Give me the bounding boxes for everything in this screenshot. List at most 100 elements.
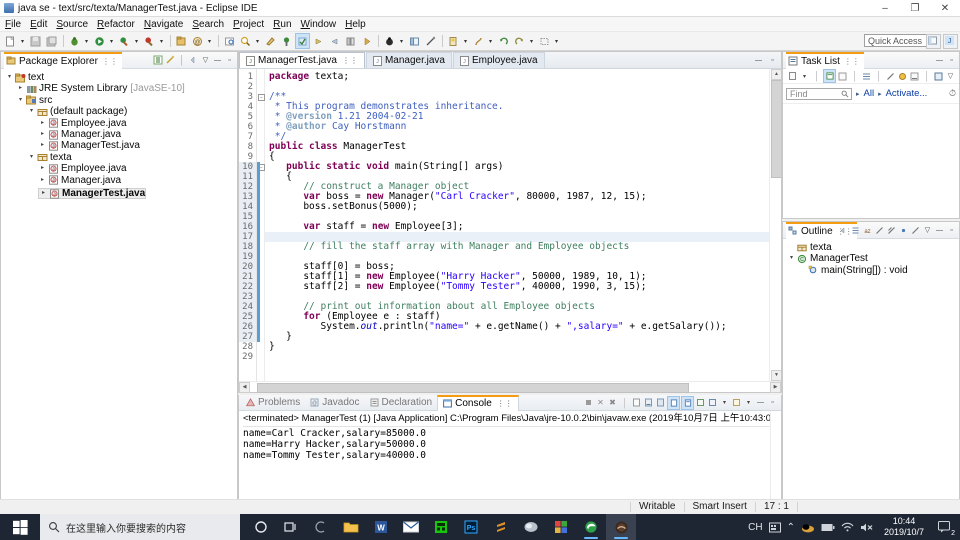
collapse-arrow-icon[interactable]: ▸ — [38, 140, 47, 151]
run-external-tools-icon[interactable] — [117, 33, 132, 49]
console-menu-dropdown-icon[interactable]: ▾ — [743, 397, 754, 409]
expand-arrow-icon[interactable]: ▾ — [27, 152, 36, 163]
battery-icon[interactable] — [821, 523, 835, 532]
new-console-view-icon[interactable] — [707, 397, 718, 409]
run-dropdown-icon[interactable]: ▾ — [108, 34, 115, 48]
word-icon[interactable]: W — [366, 514, 396, 540]
expand-arrow-icon[interactable]: ▾ — [787, 253, 796, 264]
open-type-icon[interactable] — [222, 33, 237, 49]
display-selected-console-icon[interactable] — [681, 395, 694, 410]
editor-body[interactable]: 1 2 3 4 5 6 7 8 9 10 11 12 13 14 15 16 17 18 19 20 21 22 23 24 2… — [239, 69, 781, 381]
maximize-button[interactable]: ❐ — [900, 0, 930, 16]
start-button[interactable] — [0, 514, 40, 540]
new-console-dropdown-icon[interactable]: ▾ — [719, 397, 730, 409]
scroll-up-arrow-icon[interactable]: ▲ — [771, 69, 781, 80]
new-package-icon[interactable]: @ — [190, 33, 205, 49]
close-button[interactable]: ✕ — [930, 0, 960, 16]
focus-outline-icon[interactable] — [838, 224, 849, 236]
task-list-close-icon[interactable]: ⋮⋮ — [844, 57, 860, 66]
new-window-dropdown-icon[interactable]: ▾ — [462, 34, 469, 48]
new-type-dropdown-icon[interactable]: ▾ — [206, 34, 213, 48]
sublime-text-icon[interactable] — [486, 514, 516, 540]
package-explorer-close-icon[interactable]: ⋮⋮ — [102, 57, 118, 66]
outline-minimize-icon[interactable]: — — [934, 224, 945, 236]
tab-task-list[interactable]: Task List ⋮⋮ — [786, 51, 864, 69]
debug-dropdown-icon[interactable]: ▾ — [83, 34, 90, 48]
console-tab-javadoc[interactable]: @ Javadoc — [305, 396, 364, 410]
open-console-icon[interactable] — [695, 397, 706, 409]
hide-non-public-icon[interactable] — [898, 224, 909, 236]
tree-item-text[interactable]: ▾ text — [5, 72, 237, 83]
task-list-empty-area[interactable] — [783, 104, 959, 218]
folding-annotation-bar[interactable]: − − — [257, 69, 265, 381]
collapse-all-tasks-icon[interactable] — [861, 70, 872, 82]
clear-console-icon[interactable] — [631, 397, 642, 409]
collapse-arrow-icon[interactable]: ▸ — [16, 83, 25, 94]
menu-run[interactable]: Run — [273, 19, 297, 30]
outline-item-texta[interactable]: texta — [787, 242, 959, 253]
editor-maximize-icon[interactable]: ▫ — [767, 54, 778, 66]
tree-item-src[interactable]: ▾ src — [16, 95, 237, 106]
next-annotation-icon[interactable] — [311, 33, 326, 49]
windows-store-icon[interactable] — [546, 514, 576, 540]
hide-static-icon[interactable] — [886, 224, 897, 236]
link-with-editor-task-icon[interactable] — [885, 70, 896, 82]
debug-perspective-icon[interactable] — [382, 33, 397, 49]
open-perspective-button[interactable] — [926, 34, 941, 49]
browser-icon[interactable] — [516, 514, 546, 540]
console-tab-console[interactable]: Console ⋮⋮ — [437, 394, 519, 411]
minimize-button[interactable]: – — [870, 0, 900, 16]
code-line[interactable]: * @author Cay Horstmann — [265, 122, 781, 132]
mail-icon[interactable] — [396, 514, 426, 540]
console-view-menu-icon[interactable] — [731, 397, 742, 409]
fold-toggle-icon[interactable]: − — [258, 94, 265, 101]
remove-all-launches-icon[interactable]: ✖ — [607, 397, 618, 409]
save-icon[interactable] — [28, 33, 43, 49]
previous-annotation-icon[interactable] — [327, 33, 342, 49]
expand-arrow-icon[interactable]: ▾ — [16, 95, 25, 106]
notification-center-icon[interactable]: 2 — [934, 514, 956, 540]
all-filter-link[interactable]: All — [864, 88, 875, 99]
tree-item-employee-java[interactable]: ▸ J Employee.java — [38, 118, 237, 129]
code-line[interactable]: staff[2] = new Employee("Tommy Tester", … — [265, 282, 781, 292]
tree-item-manager-java[interactable]: ▸ J Manager.java — [38, 129, 237, 140]
minimize-view-icon[interactable]: — — [212, 54, 223, 66]
search-icon[interactable] — [238, 33, 253, 49]
task-list-minimize-icon[interactable]: — — [934, 54, 945, 66]
forward-navigation-icon[interactable] — [359, 33, 374, 49]
tree-item-jre-system-library[interactable]: ▸ JRE System Library [JavaSE-10] — [16, 83, 237, 94]
editor-vertical-scrollbar[interactable]: ▲ ▼ — [769, 69, 781, 381]
scheduled-mode-icon[interactable] — [837, 70, 848, 82]
taskbar-clock[interactable]: 10:44 2019/10/7 — [880, 516, 928, 538]
outline-view-menu-icon[interactable]: ▽ — [922, 224, 933, 236]
java-perspective-button[interactable]: J — [943, 34, 958, 49]
save-all-icon[interactable] — [44, 33, 59, 49]
console-maximize-icon[interactable]: ▫ — [767, 397, 778, 409]
debug-perspective-dropdown-icon[interactable]: ▾ — [398, 34, 405, 48]
quick-access-input[interactable]: Quick Access — [864, 34, 930, 47]
editor-tab-employee-java[interactable]: J Employee.java — [452, 52, 545, 68]
expand-arrow-icon[interactable]: ▾ — [27, 106, 36, 117]
code-line[interactable]: var staff = new Employee[3]; — [265, 222, 781, 232]
code-line[interactable]: } — [265, 332, 781, 342]
cortana-icon[interactable] — [246, 514, 276, 540]
new-dropdown-icon[interactable]: ▾ — [19, 34, 26, 48]
onedrive-icon[interactable] — [801, 522, 815, 533]
editor-minimize-icon[interactable]: — — [753, 54, 764, 66]
console-minimize-icon[interactable]: — — [755, 397, 766, 409]
console-tab-declaration[interactable]: Declaration — [365, 396, 438, 410]
toggle-mark-occurrences-icon[interactable] — [295, 33, 310, 49]
view-menu-icon[interactable]: ▽ — [200, 54, 211, 66]
restore-icon[interactable] — [537, 33, 552, 49]
task-view-icon[interactable] — [276, 514, 306, 540]
menu-navigate[interactable]: Navigate — [144, 19, 189, 30]
tree-item-managertest-java[interactable]: ▸ J ManagerTest.java — [38, 187, 147, 200]
remove-launch-icon[interactable]: ✕ — [595, 397, 606, 409]
new-icon[interactable] — [3, 33, 18, 49]
console-output[interactable]: <terminated> ManagerTest (1) [Java Appli… — [239, 411, 781, 502]
task-help-icon[interactable]: ⏱ — [949, 88, 956, 99]
collapse-all-icon[interactable] — [152, 54, 163, 66]
collapse-arrow-icon[interactable]: ▸ — [39, 188, 48, 199]
terminate-icon[interactable] — [583, 397, 594, 409]
menu-window[interactable]: Window — [301, 19, 343, 30]
